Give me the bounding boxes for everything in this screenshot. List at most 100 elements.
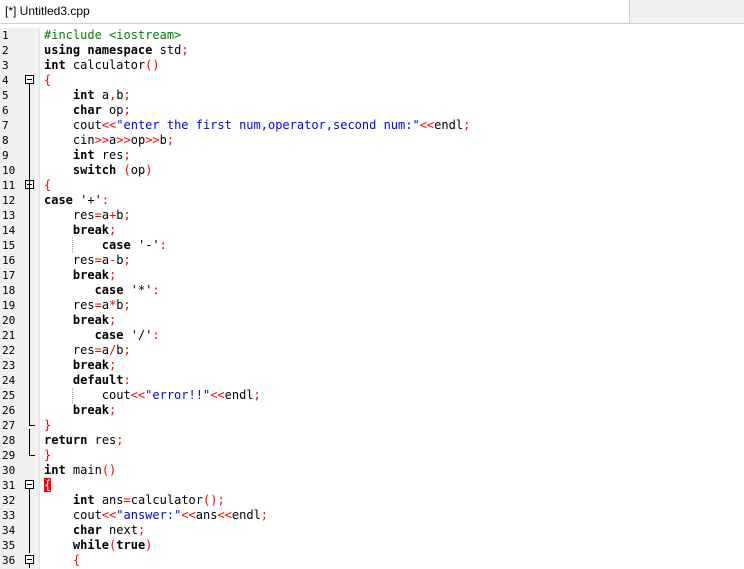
line-number: 5 xyxy=(2,89,9,102)
fold-guide-line xyxy=(29,564,30,568)
fold-guide-line xyxy=(29,489,30,553)
code-text: } xyxy=(44,448,52,462)
code-text: { xyxy=(44,73,52,87)
code-line[interactable]: 13 res=a+b; xyxy=(0,208,744,223)
line-number: 32 xyxy=(2,494,16,507)
code-line[interactable]: 34 char next; xyxy=(0,523,744,538)
fold-guide-line xyxy=(29,429,30,448)
line-number: 6 xyxy=(2,104,9,117)
code-text: break; xyxy=(72,358,117,372)
code-line[interactable]: 32 int ans=calculator(); xyxy=(0,493,744,508)
code-line[interactable]: 10 switch (op) xyxy=(0,163,744,178)
code-text: char op; xyxy=(72,103,131,117)
fold-guide-line xyxy=(29,189,30,418)
code-text: case '+': xyxy=(44,193,110,207)
code-line[interactable]: 1 #include <iostream> xyxy=(0,28,744,43)
code-line[interactable]: 11 { xyxy=(0,178,744,193)
line-number: 19 xyxy=(2,299,16,312)
code-line[interactable]: 29} xyxy=(0,448,744,463)
code-text: { xyxy=(44,478,52,492)
code-text: char next; xyxy=(72,523,146,537)
code-line[interactable]: 20 break; xyxy=(0,313,744,328)
line-number: 25 xyxy=(2,389,16,402)
line-number: 9 xyxy=(2,149,9,162)
code-line[interactable]: 33 cout<<"answer:"<<ans<<endl; xyxy=(0,508,744,523)
code-line[interactable]: 4{ xyxy=(0,73,744,88)
code-text: break; xyxy=(72,403,117,417)
code-line[interactable]: 21 case '/': xyxy=(0,328,744,343)
code-line[interactable]: 24 default: xyxy=(0,373,744,388)
code-editor[interactable]: 1 #include <iostream> 2 using namespace std… xyxy=(0,28,744,569)
line-number: 27 xyxy=(2,419,16,432)
line-number: 26 xyxy=(2,404,16,417)
fold-end-marker xyxy=(29,448,35,456)
fold-collapse-icon[interactable] xyxy=(25,555,34,564)
code-line[interactable]: 30 int main() xyxy=(0,463,744,478)
code-line[interactable]: 17 break; xyxy=(0,268,744,283)
code-text: case '/': xyxy=(94,328,160,342)
code-line[interactable]: 35 while(true) xyxy=(0,538,744,553)
line-number: 17 xyxy=(2,269,16,282)
code-line[interactable]: 16 res=a-b; xyxy=(0,253,744,268)
code-text: break; xyxy=(72,313,117,327)
code-line[interactable]: 12 case '+': xyxy=(0,193,744,208)
line-number: 21 xyxy=(2,329,16,342)
fold-collapse-icon[interactable] xyxy=(25,75,34,84)
line-number: 34 xyxy=(2,524,16,537)
line-number: 2 xyxy=(2,44,9,57)
fold-collapse-icon[interactable] xyxy=(25,480,34,489)
code-line[interactable]: 15 case '-': xyxy=(0,238,744,253)
tab-bar: [*] Untitled3.cpp xyxy=(0,0,744,24)
line-number: 10 xyxy=(2,164,16,177)
line-number: 13 xyxy=(2,209,16,222)
line-number: 14 xyxy=(2,224,16,237)
line-number: 4 xyxy=(2,74,9,87)
line-number: 28 xyxy=(2,434,16,447)
code-line[interactable]: 31 { xyxy=(0,478,744,493)
code-line[interactable]: 7 cout<<"enter the first num,operator,se… xyxy=(0,118,744,133)
line-number: 7 xyxy=(2,119,9,132)
code-line[interactable]: 6 char op; xyxy=(0,103,744,118)
line-number: 1 xyxy=(2,29,9,42)
code-text: { xyxy=(44,178,52,192)
code-line[interactable]: 14 break; xyxy=(0,223,744,238)
code-line[interactable]: 2 using namespace std; xyxy=(0,43,744,58)
code-text: } xyxy=(44,418,52,432)
line-number: 22 xyxy=(2,344,16,357)
code-line[interactable]: 18 case '*': xyxy=(0,283,744,298)
code-line[interactable]: 8 cin>>a>>op>>b; xyxy=(0,133,744,148)
code-text: res=a/b; xyxy=(72,343,131,357)
code-text: int res; xyxy=(72,148,131,162)
code-text: switch (op) xyxy=(72,163,153,177)
code-line[interactable]: 3 int calculator() xyxy=(0,58,744,73)
code-line[interactable]: 36 { xyxy=(0,553,744,568)
code-line[interactable]: 27} xyxy=(0,418,744,433)
code-text: return res; xyxy=(44,433,124,447)
code-text: { xyxy=(72,553,81,567)
code-text: int ans=calculator(); xyxy=(72,493,225,507)
line-number: 12 xyxy=(2,194,16,207)
line-number: 33 xyxy=(2,509,16,522)
line-number: 31 xyxy=(2,479,16,492)
code-text: break; xyxy=(72,223,117,237)
code-line[interactable]: 9 int res; xyxy=(0,148,744,163)
code-text: res=a*b; xyxy=(72,298,131,312)
code-text: case '*': xyxy=(94,283,160,297)
code-line[interactable]: 26 break; xyxy=(0,403,744,418)
line-number: 35 xyxy=(2,539,16,552)
line-number: 16 xyxy=(2,254,16,267)
file-tab-label: [*] Untitled3.cpp xyxy=(5,4,90,18)
file-tab[interactable]: [*] Untitled3.cpp xyxy=(0,0,630,23)
line-number: 3 xyxy=(2,59,9,72)
code-line[interactable]: 25 cout<<"error!!"<<endl; xyxy=(0,388,744,403)
line-number: 23 xyxy=(2,359,16,372)
code-line[interactable]: 23 break; xyxy=(0,358,744,373)
code-text: cout<<"enter the first num,operator,seco… xyxy=(72,118,471,132)
code-text: cin>>a>>op>>b; xyxy=(72,133,175,147)
code-line[interactable]: 5 int a,b; xyxy=(0,88,744,103)
line-number: 20 xyxy=(2,314,16,327)
code-line[interactable]: 19 res=a*b; xyxy=(0,298,744,313)
code-line[interactable]: 22 res=a/b; xyxy=(0,343,744,358)
code-line[interactable]: 28 return res; xyxy=(0,433,744,448)
code-text: #include <iostream> xyxy=(44,28,182,42)
